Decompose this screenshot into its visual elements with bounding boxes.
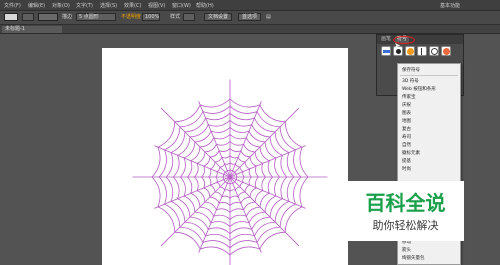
artboard[interactable] <box>102 48 348 265</box>
control-bar: 描边 5 点圆形 不透明度 100% 样式 文档设置 首选项 ▤ <box>0 11 500 25</box>
menu-item-tiki[interactable]: 提基 <box>402 158 411 164</box>
fill-dropdown[interactable] <box>22 13 34 21</box>
menu-type[interactable]: 文字(T) <box>76 2 93 9</box>
menu-item-arrows[interactable]: 箭头 <box>402 247 411 253</box>
menu-item-celebration[interactable]: 庆祝 <box>402 102 411 108</box>
document-tab-bar: 未标题-1 <box>0 25 500 34</box>
cursor-pointer-icon: ➤ <box>394 41 401 50</box>
watermark: 百科全说 助你轻松解决 <box>347 181 464 241</box>
watermark-subtitle: 助你轻松解决 <box>372 219 439 232</box>
symbol-flag-icon[interactable] <box>417 46 427 56</box>
menu-separator <box>400 75 458 76</box>
stroke-swatch[interactable] <box>38 13 58 21</box>
menu-help[interactable]: 帮助(H) <box>196 2 214 9</box>
document-tab[interactable]: 未标题-1 <box>2 26 62 33</box>
symbol-blue-bar-icon[interactable] <box>381 46 391 56</box>
document-setup-button[interactable]: 文档设置 <box>204 13 233 21</box>
menu-item-retro[interactable]: 复古 <box>402 126 411 132</box>
menu-item-save-symbols[interactable]: 保存符号 <box>402 67 420 73</box>
symbol-red-circle-icon[interactable] <box>441 46 451 56</box>
menu-item-heirloom[interactable]: 传家宝 <box>402 94 416 100</box>
preferences-button[interactable]: 首选项 <box>238 13 262 21</box>
menu-item-3d-symbols[interactable]: 3D 符号 <box>402 78 419 84</box>
menu-item-logo-elements[interactable]: 徽标元素 <box>402 150 420 156</box>
watermark-title: 百科全说 <box>365 191 446 215</box>
tab-brushes[interactable]: 画笔 <box>379 36 393 43</box>
menu-view[interactable]: 视图(V) <box>148 2 165 9</box>
menu-item-maps[interactable]: 地图 <box>402 118 411 124</box>
style-dropdown[interactable] <box>183 13 195 21</box>
menu-select[interactable]: 选择(S) <box>100 2 117 9</box>
symbol-swatches <box>379 46 463 58</box>
menu-effect[interactable]: 效果(C) <box>124 2 141 9</box>
symbol-gear-icon[interactable] <box>429 46 439 56</box>
panel-tab-bar: 画笔 符号 <box>377 35 463 44</box>
opacity-field[interactable]: 100% <box>142 13 160 21</box>
brush-dropdown[interactable]: 5 点圆形 <box>76 13 116 21</box>
menu-window[interactable]: 窗口(W) <box>172 2 191 9</box>
symbol-orange-burst-icon[interactable] <box>405 46 415 56</box>
menu-object[interactable]: 对象(O) <box>52 2 70 9</box>
menu-item-sushi[interactable]: 寿司 <box>402 134 411 140</box>
opacity-label[interactable]: 不透明度 <box>121 13 141 21</box>
arrange-icon[interactable]: ▤ <box>266 13 271 21</box>
menu-file[interactable]: 文件(F) <box>4 2 21 9</box>
stroke-label: 描边 <box>62 14 73 20</box>
spider-web-artwork <box>132 79 328 265</box>
fill-swatch[interactable] <box>4 13 18 21</box>
menu-item-fashion[interactable]: 时尚 <box>402 166 411 172</box>
menu-item-charts[interactable]: 图表 <box>402 110 411 116</box>
menu-edit[interactable]: 编辑(E) <box>28 2 45 9</box>
menu-item-web-buttons[interactable]: Web 按钮和条形 <box>402 86 436 92</box>
menu-bar: 文件(F) 编辑(E) 对象(O) 文字(T) 选择(S) 效果(C) 视图(V… <box>0 0 500 11</box>
menu-item-nature[interactable]: 自然 <box>402 142 411 148</box>
menu-item-vector-pack[interactable]: 绚丽矢量包 <box>402 255 425 261</box>
style-label: 样式 <box>170 14 181 20</box>
workspace-switcher[interactable]: 基本功能 <box>440 2 460 9</box>
